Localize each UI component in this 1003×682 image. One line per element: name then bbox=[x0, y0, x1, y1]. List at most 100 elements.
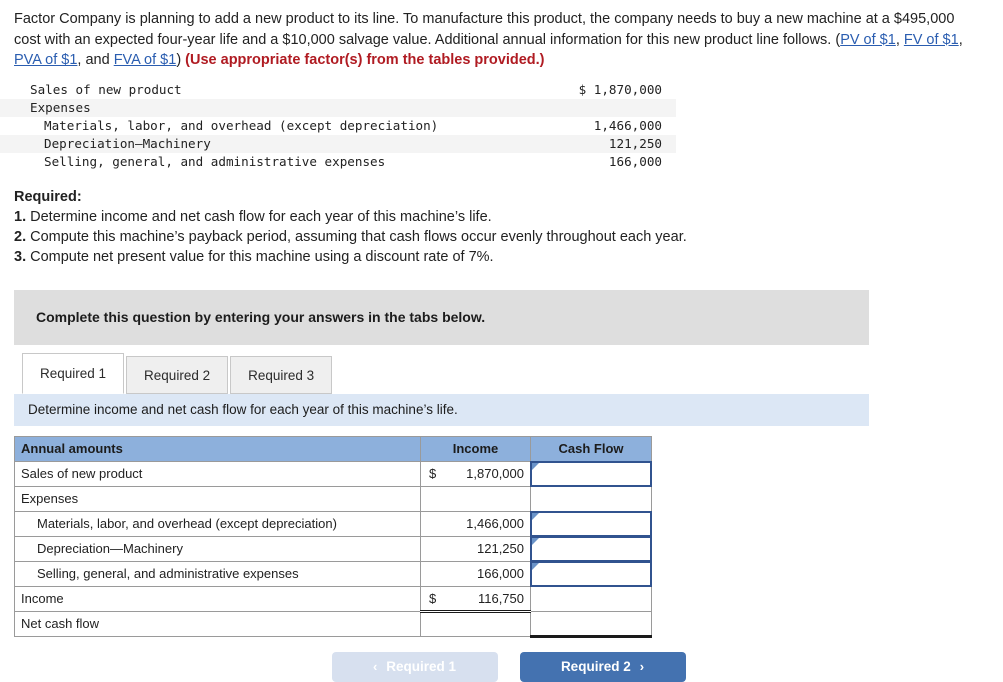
answer-row-income-cell: $1,870,000 bbox=[420, 460, 531, 487]
answer-row-cashflow-cell[interactable] bbox=[530, 560, 652, 587]
given-row-amount bbox=[553, 98, 676, 117]
answer-row-income-value: 121,250 bbox=[477, 541, 524, 556]
chevron-right-icon: › bbox=[639, 659, 645, 674]
answer-table-row: Selling, general, and administrative exp… bbox=[14, 560, 652, 587]
problem-emphasis-note: (Use appropriate factor(s) from the tabl… bbox=[185, 52, 545, 68]
given-row-label: Materials, labor, and overhead (except d… bbox=[44, 117, 439, 133]
answer-row-income-value: 166,000 bbox=[477, 566, 524, 581]
header-cash-flow: Cash Flow bbox=[530, 435, 652, 462]
required-heading: Required: bbox=[14, 188, 82, 205]
answer-row-cashflow-cell[interactable] bbox=[530, 535, 652, 562]
cell-marker-icon bbox=[532, 462, 539, 470]
answer-row-label: Sales of new product bbox=[14, 460, 421, 487]
header-income: Income bbox=[420, 435, 531, 462]
required-item: 3. Compute net present value for this ma… bbox=[14, 247, 989, 267]
given-row-label: Depreciation–Machinery bbox=[0, 134, 554, 153]
tab-required-1[interactable]: Required 1 bbox=[22, 352, 125, 394]
currency-symbol: $ bbox=[429, 590, 437, 606]
previous-required-label: Required 1 bbox=[386, 659, 457, 674]
answer-row-income-cell: 166,000 bbox=[420, 560, 531, 587]
given-data-row: Materials, labor, and overhead (except d… bbox=[0, 117, 676, 135]
problem-close-paren: ) bbox=[176, 52, 186, 68]
answer-row-cashflow-cell bbox=[530, 485, 652, 512]
answer-row-cashflow-cell[interactable] bbox=[530, 460, 652, 487]
required-item-number: 2. bbox=[14, 228, 27, 245]
answer-row-cashflow-cell[interactable] bbox=[530, 510, 652, 537]
answer-row-income-cell: 1,466,000 bbox=[420, 510, 531, 537]
answer-row-income-cell bbox=[420, 610, 531, 637]
tab-instruction-text: Determine income and net cash flow for e… bbox=[28, 402, 458, 417]
required-item-number: 1. bbox=[14, 208, 27, 225]
cell-marker-icon bbox=[532, 512, 539, 520]
given-data-row: Selling, general, and administrative exp… bbox=[0, 153, 676, 171]
navigation-buttons: ‹ Required 1 Required 2 › bbox=[0, 651, 1003, 682]
required-item: 1. Determine income and net cash flow fo… bbox=[14, 207, 989, 227]
cash-flow-input[interactable] bbox=[530, 560, 652, 587]
cell-marker-icon bbox=[532, 562, 539, 570]
answer-row-label: Materials, labor, and overhead (except d… bbox=[14, 510, 421, 537]
answer-table-head: Annual amounts Income Cash Flow bbox=[14, 435, 652, 462]
answer-row-label: Selling, general, and administrative exp… bbox=[14, 560, 421, 587]
previous-required-button[interactable]: ‹ Required 1 bbox=[331, 651, 498, 682]
currency-symbol: $ bbox=[429, 465, 437, 481]
problem-text-part1: Factor Company is planning to add a new … bbox=[14, 11, 955, 48]
tab-instruction-banner: Determine income and net cash flow for e… bbox=[14, 393, 869, 426]
required-item-text: Compute this machine’s payback period, a… bbox=[30, 228, 687, 245]
given-row-label: Selling, general, and administrative exp… bbox=[44, 153, 386, 169]
required-item-text: Determine income and net cash flow for e… bbox=[30, 208, 492, 225]
given-row-label: Expenses bbox=[0, 98, 554, 117]
link-fv-of-1[interactable]: FV of $1 bbox=[904, 32, 959, 48]
required-item: 2. Compute this machine’s payback period… bbox=[14, 227, 989, 247]
cash-flow-input[interactable] bbox=[530, 460, 652, 487]
required-items: 1. Determine income and net cash flow fo… bbox=[14, 207, 989, 267]
answer-row-income-value: 1,466,000 bbox=[466, 516, 524, 531]
cash-flow-input[interactable] bbox=[530, 510, 652, 537]
answer-row-label: Depreciation—Machinery bbox=[14, 535, 421, 562]
answer-table-body: Sales of new product $1,870,000 Expenses Ma… bbox=[14, 460, 652, 638]
answer-table-row: Materials, labor, and overhead (except d… bbox=[14, 510, 652, 537]
complete-question-banner: Complete this question by entering your … bbox=[14, 289, 869, 345]
tab-required-3[interactable]: Required 3 bbox=[230, 355, 333, 394]
answer-table-row: Expenses bbox=[14, 485, 652, 512]
link-pva-of-1[interactable]: PVA of $1 bbox=[14, 52, 77, 68]
cash-flow-input[interactable] bbox=[530, 535, 652, 562]
answer-table: Annual amounts Income Cash Flow Sales of… bbox=[14, 435, 652, 638]
tab-required-2[interactable]: Required 2 bbox=[126, 355, 229, 394]
answer-row-cashflow-cell bbox=[530, 610, 652, 638]
answer-table-row: Income $116,750 bbox=[14, 585, 652, 613]
answer-row-cashflow-cell bbox=[530, 585, 652, 612]
given-data-row: Depreciation–Machinery 121,250 bbox=[0, 134, 676, 153]
link-pv-of-1[interactable]: PV of $1 bbox=[840, 32, 896, 48]
given-row-amount: 1,466,000 bbox=[593, 117, 662, 133]
answer-row-income-value: 1,870,000 bbox=[466, 466, 524, 481]
requirement-tabs: Required 1 Required 2 Required 3 bbox=[22, 352, 1003, 394]
problem-separator-3: , and bbox=[77, 52, 114, 68]
next-required-label: Required 2 bbox=[560, 659, 631, 674]
given-row-amount: 166,000 bbox=[608, 153, 662, 169]
answer-row-label: Expenses bbox=[14, 485, 421, 512]
header-annual-amounts: Annual amounts bbox=[14, 435, 421, 462]
answer-row-income-cell bbox=[420, 485, 531, 512]
required-section: Required: 1. Determine income and net ca… bbox=[0, 171, 1003, 267]
required-item-text: Compute net present value for this machi… bbox=[30, 248, 494, 265]
answer-table-wrap: Annual amounts Income Cash Flow Sales of… bbox=[14, 435, 1003, 638]
answer-header-row: Annual amounts Income Cash Flow bbox=[14, 435, 652, 462]
cell-marker-icon bbox=[532, 537, 539, 545]
given-data-body: Sales of new product $ 1,870,000 Expenses M… bbox=[0, 81, 676, 171]
complete-question-text: Complete this question by entering your … bbox=[36, 309, 486, 325]
answer-row-income-cell: 121,250 bbox=[420, 535, 531, 562]
link-fva-of-1[interactable]: FVA of $1 bbox=[114, 52, 177, 68]
answer-table-row: Net cash flow bbox=[14, 610, 652, 638]
answer-table-row: Sales of new product $1,870,000 bbox=[14, 460, 652, 487]
answer-row-label: Income bbox=[14, 585, 421, 612]
given-row-label: Sales of new product bbox=[30, 81, 182, 97]
given-row-amount: $ 1,870,000 bbox=[578, 81, 662, 97]
chevron-left-icon: ‹ bbox=[372, 659, 378, 674]
given-row-amount: 121,250 bbox=[553, 134, 676, 153]
problem-separator-2: , bbox=[958, 31, 963, 48]
next-required-button[interactable]: Required 2 › bbox=[519, 651, 686, 682]
given-data-table: Sales of new product $ 1,870,000 Expenses M… bbox=[0, 81, 676, 171]
problem-separator-1: , bbox=[895, 31, 904, 48]
problem-statement: Factor Company is planning to add a new … bbox=[0, 0, 1003, 71]
answer-row-income-value: 116,750 bbox=[477, 590, 524, 606]
